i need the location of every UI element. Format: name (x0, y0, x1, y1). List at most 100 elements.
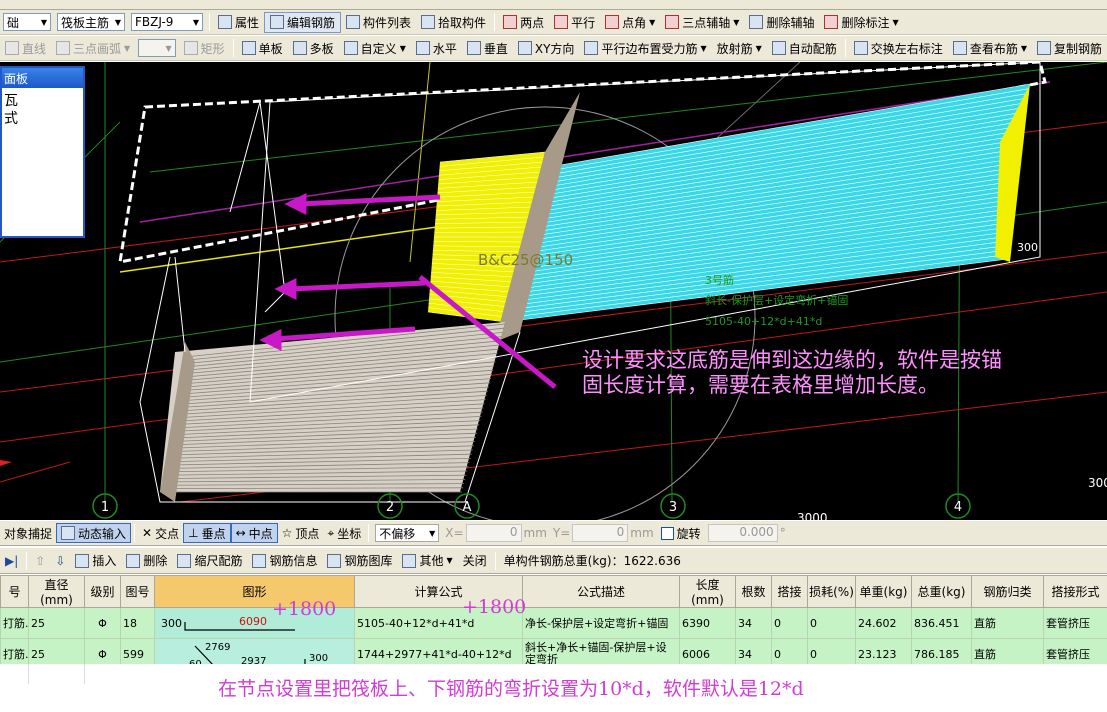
rotate-input[interactable]: 0.000 (707, 524, 778, 542)
rebar-info-button[interactable]: 钢筋信息 (247, 550, 322, 571)
cell-grade[interactable]: Φ (84, 607, 121, 639)
member-list-button[interactable]: 构件列表 (341, 12, 416, 33)
col-header[interactable]: 根数 (735, 575, 772, 608)
col-header[interactable]: 总重(kg) (911, 575, 972, 608)
midpoint-snap[interactable]: ↔ 中点 (230, 523, 278, 543)
axis-label-3: 3 (669, 500, 677, 515)
cell-length[interactable]: 6390 (679, 607, 736, 639)
radial-rebar-button[interactable]: 放射筋 ▼ (712, 38, 767, 59)
member-type-combo[interactable]: 筏板主筋 ▼ (57, 13, 125, 31)
coordinate-snap[interactable]: ⌖ 坐标 (323, 523, 365, 543)
separator (232, 39, 234, 57)
dynamic-input-toggle[interactable]: 动态输入 (56, 523, 132, 543)
col-header[interactable]: 搭接 (771, 575, 808, 608)
layer-combo[interactable]: 础 ▼ (3, 13, 51, 31)
cell-lap-type[interactable]: 套管挤压 (1043, 607, 1107, 639)
delete-row-icon (126, 553, 141, 568)
vertical-button[interactable]: 垂直 (462, 38, 513, 59)
first-row-button[interactable]: ▶| (0, 550, 23, 571)
cell-lap[interactable]: 0 (771, 607, 808, 639)
cell-category[interactable]: 直筋 (971, 607, 1044, 639)
line-button[interactable]: 直线 (0, 38, 51, 59)
close-button[interactable]: 关闭 (458, 550, 492, 571)
cell-diameter[interactable]: 25 (28, 607, 85, 639)
last-icon: ▶| (5, 553, 19, 568)
copy-rebar-button[interactable]: 复制钢筋 (1032, 38, 1107, 59)
offset-combo[interactable]: 不偏移 ▼ (375, 524, 440, 542)
swap-dimension-button[interactable]: 交换左右标注 (849, 38, 948, 59)
point-angle-button[interactable]: 点角 ▼ (600, 12, 660, 33)
xy-direction-button[interactable]: XY方向 (513, 38, 580, 59)
cell-desc[interactable]: 净长-保护层+设定弯折+锚固 (522, 607, 680, 639)
multi-slab-button[interactable]: 多板 (288, 38, 339, 59)
cell-count[interactable]: 34 (735, 607, 772, 639)
edit-rebar-button[interactable]: 编辑钢筋 (264, 11, 342, 33)
rectangle-button[interactable]: 矩形 (179, 38, 230, 59)
three-point-arc-button[interactable]: 三点画弧 ▼ (51, 38, 135, 59)
col-header[interactable]: 直径(mm) (28, 575, 85, 608)
arc-icon (56, 41, 71, 55)
insert-row-button[interactable]: 插入 (70, 550, 121, 571)
info-icon (252, 553, 267, 568)
cell-fig-no[interactable]: 18 (120, 607, 155, 639)
col-header[interactable]: 长度(mm) (679, 575, 736, 608)
horizontal-button[interactable]: 水平 (411, 38, 462, 59)
three-point-axis-button[interactable]: 三点辅轴 ▼ (660, 12, 744, 33)
cell-loss[interactable]: 0 (807, 607, 856, 639)
col-header[interactable]: 级别 (84, 575, 121, 608)
auto-rebar-button[interactable]: 自动配筋 (767, 38, 842, 59)
property-panel[interactable]: 面板 瓦 式 (0, 66, 85, 238)
delete-dimension-button[interactable]: 删除标注 ▼ (819, 12, 903, 33)
parallel-axis-button[interactable]: 平行 (549, 12, 600, 33)
parallel-edge-rebar-button[interactable]: 平行边布置受力筋 ▼ (579, 38, 711, 59)
col-header[interactable]: 搭接形式 (1043, 575, 1107, 608)
x-input[interactable]: 0 (465, 524, 522, 542)
panel-line-1: 瓦 (4, 93, 18, 109)
rotate-checkbox[interactable]: 旋转 (657, 523, 705, 543)
dim-label-300: 300 (1017, 241, 1038, 254)
pick-member-button[interactable]: 拾取构件 (416, 12, 491, 33)
swap-icon (853, 41, 868, 55)
col-header[interactable]: 钢筋归类 (971, 575, 1044, 608)
col-header[interactable]: 公式描述 (522, 575, 680, 608)
col-header[interactable]: 图号 (120, 575, 155, 608)
delete-row-button[interactable]: 删除 (121, 550, 172, 571)
intersection-snap[interactable]: ✕ 交点 (138, 523, 183, 543)
delete-axis-button[interactable]: 删除辅轴 (744, 12, 819, 33)
table-row[interactable]: 打筋. 25 Φ 18 300 6090 5105-40+12*d+41*d 净… (0, 607, 1107, 639)
perpendicular-snap[interactable]: ⊥ 垂点 (183, 523, 231, 543)
properties-button[interactable]: 属性 (213, 12, 264, 33)
arc-combo[interactable]: ▼ (138, 39, 176, 57)
axis-label-4: 4 (954, 500, 962, 515)
cell-unit-weight[interactable]: 24.602 (855, 607, 912, 639)
other-menu-button[interactable]: 其他 ▼ (397, 550, 457, 571)
rebar-library-button[interactable]: 钢筋图库 (322, 550, 397, 571)
cell-name[interactable]: 打筋. (0, 607, 29, 639)
vertical-icon (466, 41, 481, 55)
two-point-axis-button[interactable]: 两点 (498, 12, 549, 33)
shape-right-dim: 300 (309, 653, 328, 664)
model-viewport[interactable]: 1 2 A 3 4 300 300 3000 B&C25@150 3号筋 斜长-… (0, 62, 1107, 520)
library-icon (327, 553, 342, 568)
custom-button[interactable]: 自定义 ▼ (339, 38, 411, 59)
object-snap-toggle[interactable]: 对象捕捉 (0, 523, 56, 543)
separator (368, 524, 370, 542)
rebar-info-line-1: 3号筋 (705, 273, 734, 287)
separator (494, 13, 496, 31)
col-header[interactable]: 号 (0, 575, 29, 608)
cell-total-weight[interactable]: 836.451 (911, 607, 972, 639)
y-input[interactable]: 0 (572, 524, 629, 542)
col-header[interactable]: 单重(kg) (855, 575, 912, 608)
shape-left-dim: 300 (161, 617, 182, 630)
move-up-button[interactable]: ⇧ (30, 550, 50, 571)
view-rebar-button[interactable]: 查看布筋 ▼ (948, 38, 1032, 59)
x-unit: mm (523, 526, 547, 540)
col-header[interactable]: 损耗(%) (807, 575, 856, 608)
vertex-snap[interactable]: ☆ 顶点 (278, 523, 324, 543)
member-name-combo[interactable]: FBZJ-9 ▼ (131, 13, 203, 31)
horizontal-icon (415, 41, 430, 55)
custom-icon (343, 41, 358, 55)
single-slab-button[interactable]: 单板 (237, 38, 288, 59)
scaled-rebar-button[interactable]: 缩尺配筋 (172, 550, 247, 571)
move-down-button[interactable]: ⇩ (50, 550, 70, 571)
